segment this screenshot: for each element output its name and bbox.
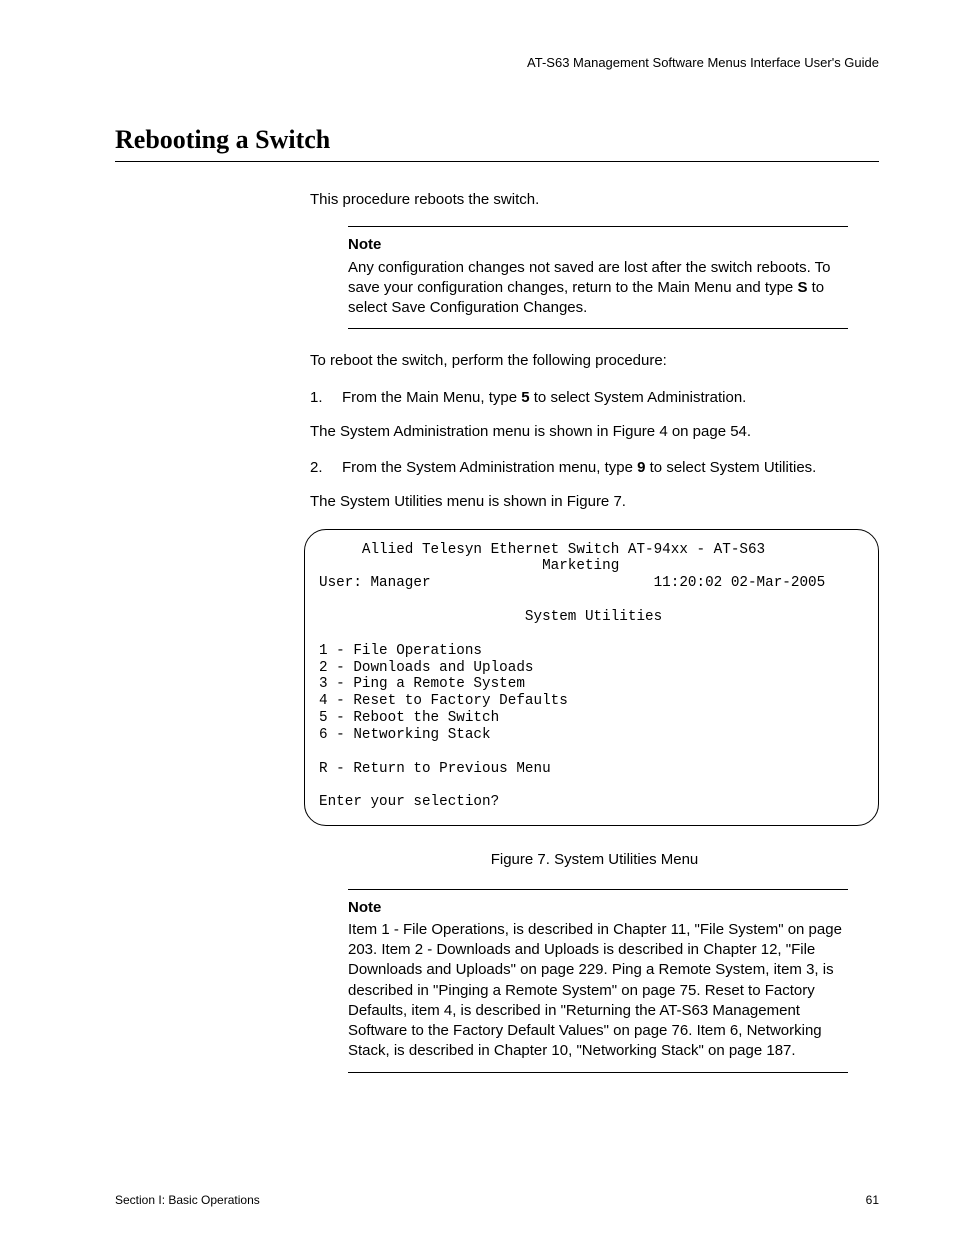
lead-in: To reboot the switch, perform the follow… bbox=[310, 351, 879, 371]
footer-section: Section I: Basic Operations bbox=[115, 1193, 260, 1207]
figure-caption: Figure 7. System Utilities Menu bbox=[310, 850, 879, 870]
term-option-6: 6 - Networking Stack bbox=[319, 727, 491, 743]
term-subtitle: Marketing bbox=[319, 558, 619, 574]
step-2-text: From the System Administration menu, typ… bbox=[342, 458, 816, 478]
term-option-1: 1 - File Operations bbox=[319, 643, 482, 659]
footer-page-number: 61 bbox=[866, 1193, 879, 1207]
term-title: Allied Telesyn Ethernet Switch AT-94xx -… bbox=[319, 542, 765, 558]
note2-text: Item 1 - File Operations, is described i… bbox=[348, 921, 842, 1060]
note1-bold: S bbox=[797, 279, 807, 296]
term-prompt: Enter your selection? bbox=[319, 794, 499, 810]
step-2: 2. From the System Administration menu, … bbox=[310, 458, 879, 478]
step-1: 1. From the Main Menu, type 5 to select … bbox=[310, 388, 879, 408]
note-block-2: Note Item 1 - File Operations, is descri… bbox=[348, 889, 848, 1073]
terminal-figure: Allied Telesyn Ethernet Switch AT-94xx -… bbox=[304, 529, 879, 827]
note-block-1: Note Any configuration changes not saved… bbox=[348, 226, 848, 329]
title-rule bbox=[115, 161, 879, 162]
term-option-4: 4 - Reset to Factory Defaults bbox=[319, 693, 568, 709]
term-option-5: 5 - Reboot the Switch bbox=[319, 710, 499, 726]
note-label: Note bbox=[348, 898, 848, 918]
note1-text-before: Any configuration changes not saved are … bbox=[348, 259, 831, 296]
term-user-line: User: Manager 11:20:02 02-Mar-2005 bbox=[319, 575, 825, 591]
step-1-sub: The System Administration menu is shown … bbox=[310, 422, 879, 442]
page-footer: Section I: Basic Operations 61 bbox=[115, 1193, 879, 1207]
body-column: This procedure reboots the switch. Note … bbox=[310, 190, 879, 1073]
step-1-text: From the Main Menu, type 5 to select Sys… bbox=[342, 388, 746, 408]
term-option-2: 2 - Downloads and Uploads bbox=[319, 660, 534, 676]
note-label: Note bbox=[348, 235, 848, 255]
step-2-sub: The System Utilities menu is shown in Fi… bbox=[310, 492, 879, 512]
step-1-number: 1. bbox=[310, 388, 332, 408]
terminal-screen: Allied Telesyn Ethernet Switch AT-94xx -… bbox=[304, 529, 879, 827]
step-2-after: to select System Utilities. bbox=[645, 459, 816, 476]
term-option-3: 3 - Ping a Remote System bbox=[319, 676, 525, 692]
step-1-before: From the Main Menu, type bbox=[342, 389, 521, 406]
intro-paragraph: This procedure reboots the switch. bbox=[310, 190, 879, 210]
step-2-before: From the System Administration menu, typ… bbox=[342, 459, 637, 476]
term-option-return: R - Return to Previous Menu bbox=[319, 761, 551, 777]
step-1-after: to select System Administration. bbox=[530, 389, 747, 406]
page-title: Rebooting a Switch bbox=[115, 125, 879, 155]
term-heading: System Utilities bbox=[319, 609, 662, 625]
step-2-number: 2. bbox=[310, 458, 332, 478]
step-1-bold: 5 bbox=[521, 389, 529, 406]
running-header: AT-S63 Management Software Menus Interfa… bbox=[115, 55, 879, 70]
